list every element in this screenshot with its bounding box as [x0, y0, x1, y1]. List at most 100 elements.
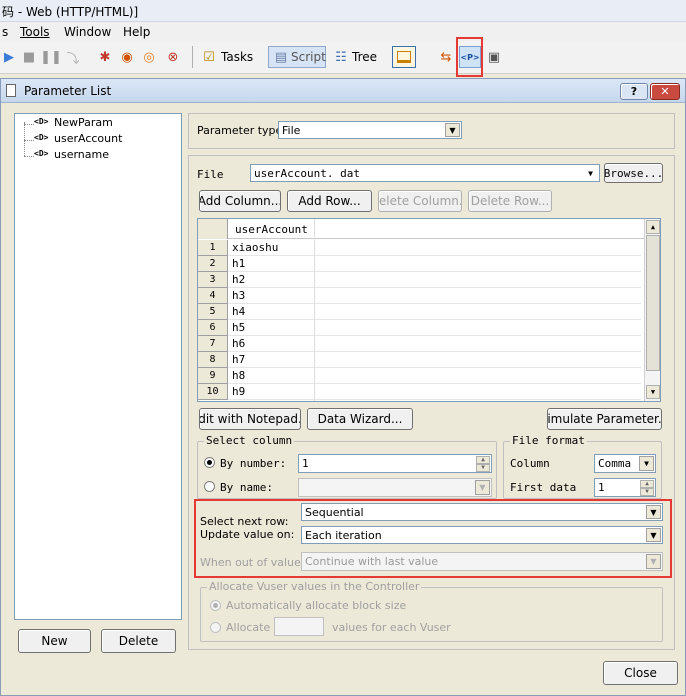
tree-connector [24, 156, 34, 157]
tree-icon[interactable]: ☷ [332, 48, 350, 66]
row-number: 5 [198, 304, 228, 320]
tree-view-button[interactable]: Tree [352, 50, 377, 64]
new-param-button[interactable]: New [18, 629, 91, 653]
table-cell[interactable]: h4 [232, 304, 245, 320]
tasks-icon[interactable]: ☑ [200, 48, 218, 66]
table-cell[interactable]: h1 [232, 256, 245, 272]
tree-connector [24, 140, 34, 141]
help-button[interactable]: ? [620, 83, 648, 100]
menu-item-window[interactable]: Window [64, 25, 111, 39]
add-row-button[interactable]: Add Row... [287, 190, 372, 212]
menu-bar: s Tools Window Help [0, 22, 686, 42]
help-icon: ? [630, 85, 638, 98]
spin-down-icon[interactable]: ▼ [640, 488, 654, 496]
app-title-bar: 码 - Web (HTTP/HTML)] [0, 0, 686, 22]
delete-row-button[interactable]: Delete Row... [468, 190, 552, 212]
first-data-input[interactable]: 1 ▲ ▼ [594, 478, 656, 497]
table-cell[interactable]: h7 [232, 352, 245, 368]
table-row[interactable]: 8 h7 [198, 352, 641, 368]
file-label: File [197, 168, 224, 181]
auto-allocate-radio[interactable] [210, 600, 221, 611]
table-cell[interactable]: h2 [232, 272, 245, 288]
tree-connector [24, 124, 34, 125]
table-row[interactable]: 6 h5 [198, 320, 641, 336]
table-cell[interactable]: h6 [232, 336, 245, 352]
clear-breakpoints-icon[interactable]: ⊗ [164, 48, 182, 66]
param-item-username[interactable]: username [54, 147, 109, 163]
by-name-radio[interactable] [204, 481, 215, 492]
param-item-useraccount[interactable]: userAccount [54, 131, 122, 147]
scroll-up-icon[interactable]: ▲ [646, 220, 660, 234]
grid-column-header[interactable]: userAccount [235, 223, 308, 236]
menu-item-file-partial[interactable]: s [2, 25, 8, 39]
table-cell[interactable]: h3 [232, 288, 245, 304]
by-name-select[interactable]: ▼ [298, 478, 492, 497]
param-item-newparam[interactable]: NewParam [54, 115, 113, 131]
stop-icon[interactable]: ■ [20, 48, 38, 66]
sync-icon[interactable]: ⇆ [437, 48, 455, 66]
file-path-value: userAccount. dat [254, 166, 360, 180]
allocate-count-input[interactable] [274, 617, 324, 636]
dialog-icon [6, 84, 16, 97]
breakpoint-icon[interactable]: ✱ [96, 48, 114, 66]
row-number: 1 [198, 240, 228, 256]
chevron-down-icon: ▼ [639, 456, 654, 471]
disable-breakpoint-icon[interactable]: ◎ [140, 48, 158, 66]
table-cell[interactable]: xiaoshu [232, 240, 278, 256]
table-row[interactable]: 9 h8 [198, 368, 641, 384]
table-row[interactable]: 10 h9 [198, 384, 641, 400]
table-row[interactable]: 5 h4 [198, 304, 641, 320]
menu-item-help[interactable]: Help [123, 25, 150, 39]
scroll-down-icon[interactable]: ▼ [646, 385, 660, 399]
app-title: 码 - Web (HTTP/HTML)] [2, 5, 139, 19]
parameter-tree: <D> <D> <D> NewParam userAccount usernam… [14, 113, 182, 620]
column-delimiter-select[interactable]: Comma ▼ [594, 454, 656, 473]
toggle-breakpoint-icon[interactable]: ◉ [118, 48, 136, 66]
parameter-type-select[interactable]: File ▼ [278, 121, 462, 139]
scrollbar-thumb[interactable] [646, 235, 660, 371]
simulate-parameter-button[interactable]: Simulate Parameter... [547, 408, 662, 430]
pause-icon[interactable]: ❚❚ [40, 48, 62, 66]
spin-up-icon[interactable]: ▲ [476, 456, 490, 464]
close-icon: ✕ [660, 85, 670, 98]
file-path-select[interactable]: userAccount. dat ▼ [250, 164, 600, 182]
menu-item-tools[interactable]: Tools [20, 25, 50, 39]
delete-column-button[interactable]: Delete Column... [378, 190, 462, 212]
grid-vertical-scrollbar[interactable]: ▲ ▼ [644, 219, 660, 401]
allocate-radio[interactable] [210, 622, 221, 633]
dialog-close-x-button[interactable]: ✕ [650, 83, 680, 100]
table-cell[interactable]: h5 [232, 320, 245, 336]
table-row[interactable]: 3 h2 [198, 272, 641, 288]
layout-toggle-button[interactable] [392, 46, 416, 68]
highlight-box-toolbar [456, 37, 483, 77]
layout-icon [397, 51, 411, 63]
step-icon[interactable]: ⤵ [64, 48, 82, 67]
spin-down-icon[interactable]: ▼ [476, 464, 490, 472]
runtime-data-icon[interactable]: ▣ [485, 48, 503, 66]
column-delimiter-value: Comma [598, 457, 632, 470]
table-row[interactable]: 4 h3 [198, 288, 641, 304]
by-number-input[interactable]: 1 ▲ ▼ [298, 454, 492, 473]
data-wizard-button[interactable]: Data Wizard... [307, 408, 413, 430]
spin-up-icon[interactable]: ▲ [640, 480, 654, 488]
table-cell[interactable]: h8 [232, 368, 245, 384]
values-for-each-vuser-label: values for each Vuser [332, 621, 451, 634]
table-cell[interactable]: h9 [232, 384, 245, 400]
browse-button[interactable]: Browse... [604, 163, 663, 183]
edit-with-notepad-button[interactable]: Edit with Notepad... [199, 408, 301, 430]
tasks-button[interactable]: Tasks [221, 50, 253, 64]
add-column-button[interactable]: Add Column... [199, 190, 281, 212]
delete-param-button[interactable]: Delete [101, 629, 176, 653]
table-row[interactable]: 2 h1 [198, 256, 641, 272]
play-icon[interactable]: ▶ [0, 48, 18, 66]
chevron-down-icon: ▼ [475, 480, 490, 495]
toolbar-separator [192, 46, 193, 68]
grid-body: 1 xiaoshu 2 h1 3 h2 4 h3 5 h4 6 h5 7 h6 8 h7 9 h8… [198, 240, 644, 401]
allocate-vuser-title: Allocate Vuser values in the Controller [207, 580, 422, 593]
table-row[interactable]: 1 xiaoshu [198, 240, 641, 256]
by-number-label: By number: [220, 457, 287, 470]
by-number-radio[interactable] [204, 457, 215, 468]
table-row[interactable]: 7 h6 [198, 336, 641, 352]
file-format-title: File format [510, 434, 587, 447]
close-button[interactable]: Close [603, 661, 678, 685]
